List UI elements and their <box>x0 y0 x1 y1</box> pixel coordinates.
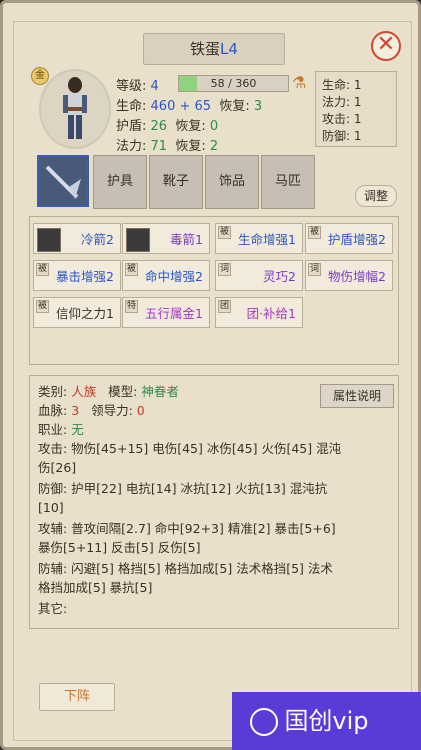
skill-item[interactable]: 特五行属金1 <box>122 297 210 328</box>
skill-item[interactable]: 词物伤增幅2 <box>305 260 393 291</box>
skill-tag: 被 <box>218 226 232 239</box>
level-label: 等级: <box>116 79 147 94</box>
skill-tag: 团 <box>218 300 232 313</box>
equip-slot-horse[interactable]: 马匹 <box>261 155 315 209</box>
info-defense-row-2: [10] <box>38 500 64 515</box>
mp-regen-value: 2 <box>209 139 219 154</box>
weapon-crossbow-icon <box>45 165 81 199</box>
skill-label: 灵巧2 <box>263 269 296 284</box>
bonus-panel: 生命: 1 法力: 1 攻击: 1 防御: 1 <box>315 71 397 147</box>
character-figure-icon <box>63 77 87 139</box>
level-value: 4 <box>150 79 159 94</box>
skill-label: 团·补给1 <box>246 306 296 321</box>
hp-regen-label: 恢复: <box>219 99 250 114</box>
info-defense-row: 防御: 护甲[22] 电抗[14] 冰抗[12] 火抗[13] 混沌抗 <box>38 481 328 496</box>
skill-item[interactable]: 被信仰之力1 <box>33 297 121 328</box>
shield-regen-value: 0 <box>209 119 219 134</box>
close-icon: ✕ <box>376 32 396 57</box>
skill-tag: 词 <box>308 263 322 276</box>
shield-value: 26 <box>150 119 168 134</box>
skill-item[interactable]: 团 团·补给1 <box>215 297 303 328</box>
mp-regen-label: 恢复: <box>175 139 206 154</box>
adjust-button[interactable]: 调整 <box>355 185 397 207</box>
watermark-logo-icon <box>250 708 278 736</box>
skill-item[interactable]: 被护盾增强2 <box>305 223 393 254</box>
skill-label: 毒箭1 <box>170 232 203 247</box>
skill-item[interactable]: 词 灵巧2 <box>215 260 303 291</box>
skill-label: 五行属金1 <box>145 306 203 321</box>
skill-tag: 被 <box>36 263 50 276</box>
info-blood-row: 血脉: 3 领导力: 0 <box>38 403 145 418</box>
info-defassist-row-2: 格挡加成[5] 暴抗[5] <box>38 580 153 595</box>
close-button[interactable]: ✕ <box>371 31 401 61</box>
info-job-row: 职业: 无 <box>38 422 84 437</box>
mp-value: 71 <box>150 139 168 154</box>
level-row: 等级: 4 <box>116 75 159 94</box>
equip-slot-weapon[interactable] <box>37 155 89 207</box>
info-defassist-row: 防辅: 闪避[5] 格挡[5] 格挡加成[5] 法术格挡[5] 法术 <box>38 561 333 576</box>
skill-arrow-icon <box>126 228 150 252</box>
mp-row: 法力: 71 恢复: 2 <box>116 135 218 154</box>
skill-label: 物伤增幅2 <box>328 269 386 284</box>
info-panel: 属性说明 类别: 人族 模型: 神眷者 血脉: 3 领导力: 0 职业: 无 攻… <box>29 375 399 629</box>
mp-label: 法力: <box>116 139 147 154</box>
character-name: 铁蛋 <box>190 40 221 58</box>
info-attack-row: 攻击: 物伤[45+15] 电伤[45] 冰伤[45] 火伤[45] 混沌 <box>38 441 342 456</box>
skill-item[interactable]: 被生命增强1 <box>215 223 303 254</box>
xp-text: 58 / 360 <box>210 77 257 90</box>
title-plate: 铁蛋L4 <box>143 33 285 65</box>
info-attack-row-2: 伤[26] <box>38 460 77 475</box>
panel-frame: 铁蛋L4 ✕ 金 等级: 4 生命: 460 + 65 恢复: 3 护盾: 26… <box>0 0 421 750</box>
hp-value: 460 + 65 <box>150 99 212 114</box>
skill-tag: 词 <box>218 263 232 276</box>
skill-tag: 特 <box>125 300 139 313</box>
info-assist-row-2: 暴伤[5+11] 反击[5] 反伤[5] <box>38 540 201 555</box>
hp-row: 生命: 460 + 65 恢复: 3 <box>116 95 262 114</box>
skill-tag: 被 <box>125 263 139 276</box>
equip-slot-boots[interactable]: 靴子 <box>149 155 203 209</box>
retire-button[interactable]: 下阵 <box>39 683 115 711</box>
skill-label: 生命增强1 <box>238 232 296 247</box>
skill-item[interactable]: 被命中增强2 <box>122 260 210 291</box>
shield-label: 护盾: <box>116 119 147 134</box>
watermark-text: 国创vip <box>284 707 369 735</box>
hp-label: 生命: <box>116 99 147 114</box>
bonus-hp: 生命: 1 <box>322 78 362 92</box>
level-tag: L4 <box>220 40 238 58</box>
bonus-mp: 法力: 1 <box>322 95 362 109</box>
potion-icon[interactable]: ⚗ <box>292 73 306 92</box>
info-assist-row: 攻辅: 普攻间隔[2.7] 命中[92+3] 精准[2] 暴击[5+6] <box>38 521 336 536</box>
skill-label: 信仰之力1 <box>56 306 114 321</box>
skill-label: 暴击增强2 <box>56 269 114 284</box>
skill-item[interactable]: 冷箭2 <box>33 223 121 254</box>
watermark-banner: 国创vip <box>232 692 421 750</box>
equip-slot-accessory[interactable]: 饰品 <box>205 155 259 209</box>
skill-arrow-icon <box>37 228 61 252</box>
skill-tag: 被 <box>36 300 50 313</box>
skill-item[interactable]: 被暴击增强2 <box>33 260 121 291</box>
bonus-defense: 防御: 1 <box>322 129 362 143</box>
shield-row: 护盾: 26 恢复: 0 <box>116 115 218 134</box>
skill-tag: 被 <box>308 226 322 239</box>
info-class-row: 类别: 人族 模型: 神眷者 <box>38 384 179 399</box>
skill-label: 命中增强2 <box>145 269 203 284</box>
info-other-row: 其它: <box>38 601 68 616</box>
skill-label: 冷箭2 <box>81 232 114 247</box>
skill-label: 护盾增强2 <box>328 232 386 247</box>
gold-badge-icon: 金 <box>31 67 49 85</box>
equip-slot-armor[interactable]: 护具 <box>93 155 147 209</box>
bonus-attack: 攻击: 1 <box>322 112 362 126</box>
shield-regen-label: 恢复: <box>175 119 206 134</box>
skill-item[interactable]: 毒箭1 <box>122 223 210 254</box>
hp-regen-value: 3 <box>253 99 263 114</box>
xp-bar: 58 / 360 <box>178 75 289 92</box>
character-portrait <box>39 69 111 149</box>
